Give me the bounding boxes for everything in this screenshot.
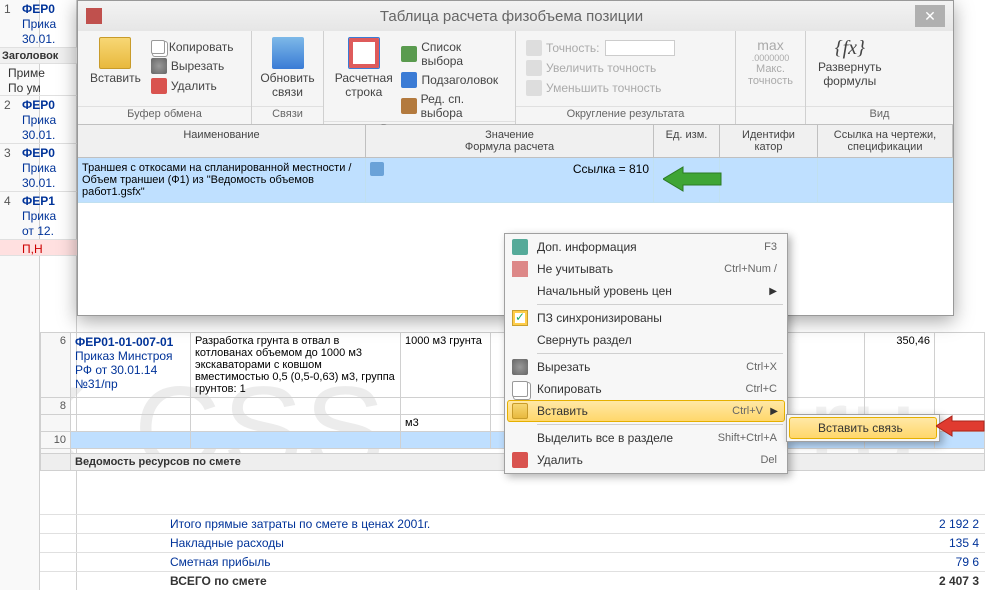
ctx-cut[interactable]: ВырезатьCtrl+X (507, 356, 785, 378)
max-precision-button: max .0000000 Макс. точность (742, 35, 799, 89)
ribbon: Вставить Копировать Вырезать Удалить Буф… (78, 31, 953, 125)
grid-row-selected[interactable]: Траншея с откосами на спланированной мес… (78, 158, 953, 203)
ctx-collapse[interactable]: Свернуть раздел (507, 329, 785, 351)
copy-icon (512, 381, 528, 397)
close-button[interactable]: ✕ (915, 5, 945, 27)
col-unit: Ед. изм. (654, 125, 720, 157)
col-id: Идентифи катор (720, 125, 818, 157)
ctx-sync[interactable]: ✓ПЗ синхронизированы (507, 307, 785, 329)
row-value: Ссылка = 810 (366, 158, 654, 202)
cut-button[interactable]: Вырезать (147, 57, 238, 75)
group-label-precision (736, 106, 805, 124)
ctx-paste-link[interactable]: Вставить связь (789, 417, 937, 439)
cut-icon (512, 359, 528, 375)
ctx-delete[interactable]: УдалитьDel (507, 449, 785, 471)
delete-icon (512, 452, 528, 468)
context-submenu[interactable]: Вставить связь (786, 414, 940, 442)
delete-button[interactable]: Удалить (147, 77, 238, 95)
copy-button[interactable]: Копировать (147, 39, 238, 55)
row-name: Траншея с откосами на спланированной мес… (78, 158, 366, 202)
dialog-titlebar[interactable]: Таблица расчета физобъема позиции ✕ (78, 1, 953, 31)
app-icon (86, 8, 102, 24)
value: 350,46 (865, 333, 935, 398)
edit-list-button[interactable]: Ред. сп. выбора (397, 91, 509, 121)
group-label-clipboard: Буфер обмена (78, 106, 251, 124)
code-link[interactable]: ФЕР01-01-007-01 (75, 335, 173, 349)
unit: 1000 м3 грунта (401, 333, 491, 398)
group-label-rounding: Округление результата (516, 106, 735, 124)
work-name: Разработка грунта в отвал в котлованах о… (191, 333, 401, 398)
context-menu[interactable]: Доп. информацияF3 Не учитыватьCtrl+Num /… (504, 233, 788, 474)
ctx-price-level[interactable]: Начальный уровень цен▶ (507, 280, 785, 302)
list-select-button[interactable]: Список выбора (397, 39, 509, 69)
inc-precision-button: Увеличить точность (522, 59, 729, 77)
header-label: Заголовок (0, 48, 77, 64)
green-arrow-annotation (663, 165, 723, 193)
ctx-exclude[interactable]: Не учитыватьCtrl+Num / (507, 258, 785, 280)
precision-field: Точность: (522, 39, 729, 57)
left-cells: 1ФЕР0Прика30.01. Заголовок ПримеПо ум 2Ф… (0, 0, 77, 256)
col-ref: Ссылка на чертежи, спецификации (818, 125, 953, 157)
dialog-title: Таблица расчета физобъема позиции (108, 8, 915, 25)
paste-icon (512, 403, 528, 419)
paste-button[interactable]: Вставить (84, 35, 147, 87)
col-name: Наименование (78, 125, 366, 157)
ctx-select-all[interactable]: Выделить все в разделеShift+Ctrl+A (507, 427, 785, 449)
group-label-view: Вид (806, 106, 953, 124)
link-icon (370, 162, 384, 176)
totals: Итого прямые затраты по смете в ценах 20… (40, 514, 985, 590)
col-value: Значение Формула расчета (366, 125, 654, 157)
calc-row-button[interactable]: Расчетная строка (330, 35, 397, 101)
refresh-links-button[interactable]: Обновить связи (258, 35, 317, 101)
red-arrow-annotation (936, 414, 986, 438)
ctx-paste[interactable]: ВставитьCtrl+V▶ (507, 400, 785, 422)
row-num: 6 (41, 333, 71, 398)
subheader-button[interactable]: Подзаголовок (397, 71, 509, 89)
fx-icon: {fx} (835, 37, 865, 60)
ctx-copy[interactable]: КопироватьCtrl+C (507, 378, 785, 400)
expand-formulas-button[interactable]: {fx} Развернуть формулы (812, 35, 888, 90)
dec-precision-button: Уменьшить точность (522, 79, 729, 97)
group-label-links: Связи (252, 106, 323, 124)
grid-header: Наименование Значение Формула расчета Ед… (78, 125, 953, 158)
ctx-info[interactable]: Доп. информацияF3 (507, 236, 785, 258)
